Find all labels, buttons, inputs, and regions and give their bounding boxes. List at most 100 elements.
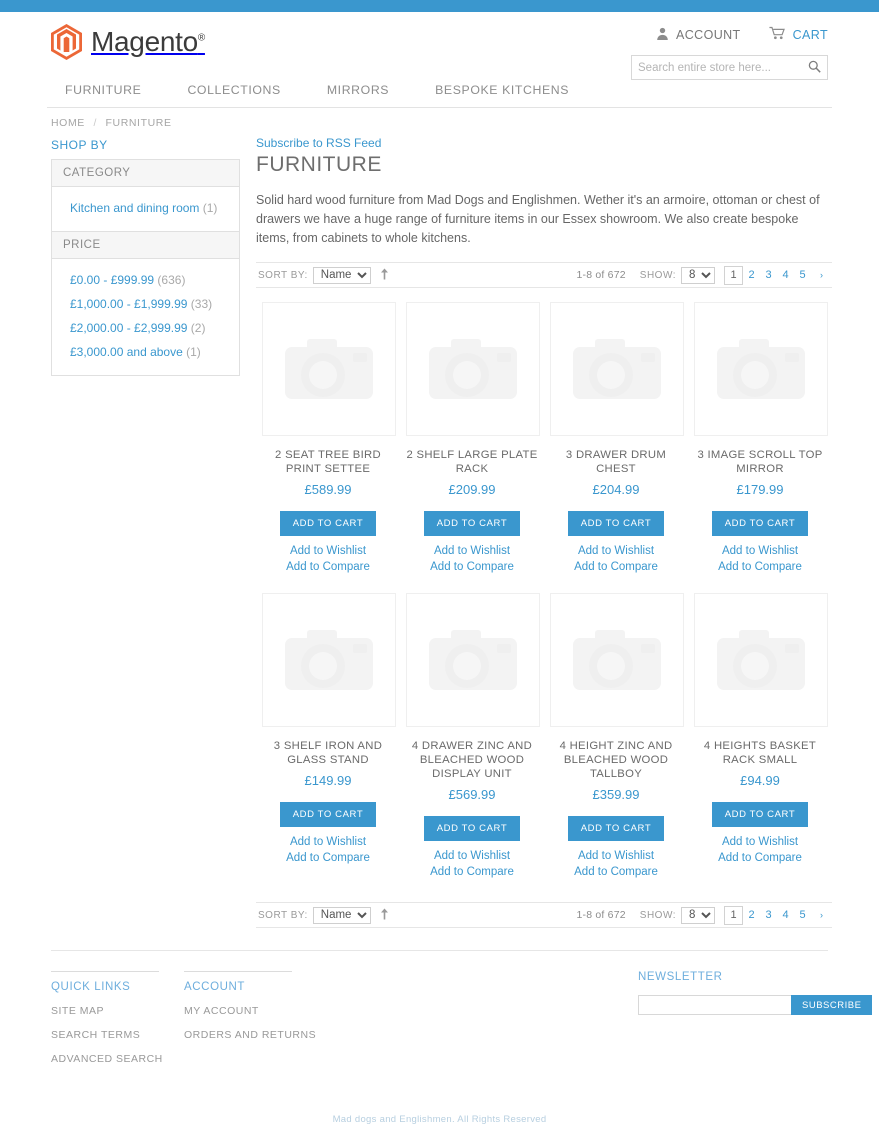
add-to-compare-link[interactable]: Add to Compare (406, 864, 538, 880)
search-button[interactable] (801, 56, 827, 79)
footer-column-account: ACCOUNT MY ACCOUNT ORDERS AND RETURNS (184, 971, 317, 1074)
page-link-2-bottom[interactable]: 2 (743, 909, 760, 921)
footer-link-advanced-search[interactable]: ADVANCED SEARCH (51, 1053, 163, 1065)
account-link[interactable]: ACCOUNT (656, 27, 741, 43)
product-image-placeholder[interactable] (694, 302, 828, 436)
product-links: Add to Wishlist Add to Compare (262, 834, 394, 866)
add-to-wishlist-link[interactable]: Add to Wishlist (550, 543, 682, 559)
product-image-placeholder[interactable] (550, 302, 684, 436)
add-to-wishlist-link[interactable]: Add to Wishlist (262, 543, 394, 559)
nav-item-collections[interactable]: COLLECTIONS (164, 80, 303, 100)
filter-link-price-1[interactable]: £1,000.00 - £1,999.99 (70, 297, 187, 311)
nav-link-bespoke-kitchens[interactable]: BESPOKE KITCHENS (412, 80, 592, 100)
page-link-2[interactable]: 2 (743, 269, 760, 281)
add-to-cart-button[interactable]: ADD TO CART (279, 802, 377, 827)
add-to-cart-button[interactable]: ADD TO CART (423, 511, 521, 536)
search-input[interactable] (632, 56, 801, 79)
per-page-select[interactable]: 8 (681, 266, 715, 284)
filter-link-price-0[interactable]: £0.00 - £999.99 (70, 273, 154, 287)
add-to-compare-link[interactable]: Add to Compare (262, 559, 394, 575)
add-to-compare-link[interactable]: Add to Compare (694, 559, 826, 575)
list-item[interactable]: ORDERS AND RETURNS (184, 1026, 317, 1041)
breadcrumb-home[interactable]: HOME (51, 117, 85, 129)
product-item: 3 DRAWER DRUM CHEST £204.99 ADD TO CART … (544, 288, 688, 579)
product-name[interactable]: 4 HEIGHT ZINC AND BLEACHED WOOD TALLBOY (550, 739, 682, 781)
page-link-4-bottom[interactable]: 4 (777, 909, 794, 921)
rss-feed-link[interactable]: Subscribe to RSS Feed (256, 136, 381, 150)
add-to-compare-link[interactable]: Add to Compare (694, 850, 826, 866)
next-page-icon[interactable]: › (813, 270, 830, 280)
add-to-compare-link[interactable]: Add to Compare (550, 864, 682, 880)
sort-direction-icon-bottom[interactable] (380, 908, 389, 923)
nav-link-mirrors[interactable]: MIRRORS (304, 80, 412, 100)
footer-link-my-account[interactable]: MY ACCOUNT (184, 1005, 259, 1017)
page-current[interactable]: 1 (724, 265, 743, 285)
footer-heading-account: ACCOUNT (184, 971, 292, 993)
product-image-placeholder[interactable] (694, 593, 828, 727)
product-image-placeholder[interactable] (262, 302, 396, 436)
product-image-placeholder[interactable] (406, 593, 540, 727)
search-box[interactable] (631, 55, 828, 80)
nav-link-furniture[interactable]: FURNITURE (51, 80, 164, 100)
add-to-wishlist-link[interactable]: Add to Wishlist (262, 834, 394, 850)
product-image-placeholder[interactable] (550, 593, 684, 727)
add-to-wishlist-link[interactable]: Add to Wishlist (406, 848, 538, 864)
product-name[interactable]: 3 SHELF IRON AND GLASS STAND (262, 739, 394, 767)
filter-item[interactable]: £3,000.00 and above (1) (52, 340, 239, 364)
add-to-cart-button[interactable]: ADD TO CART (567, 816, 665, 841)
product-name[interactable]: 4 HEIGHTS BASKET RACK SMALL (694, 739, 826, 767)
per-page-select-bottom[interactable]: 8 (681, 906, 715, 924)
list-item[interactable]: SITE MAP (51, 1002, 184, 1017)
add-to-wishlist-link[interactable]: Add to Wishlist (694, 834, 826, 850)
filter-item[interactable]: £2,000.00 - £2,999.99 (2) (52, 316, 239, 340)
product-name[interactable]: 4 DRAWER ZINC AND BLEACHED WOOD DISPLAY … (406, 739, 538, 781)
footer-link-site-map[interactable]: SITE MAP (51, 1005, 104, 1017)
product-name[interactable]: 2 SEAT TREE BIRD PRINT SETTEE (262, 448, 394, 476)
sort-direction-icon[interactable] (380, 268, 389, 283)
magento-logo[interactable]: Magento® (51, 24, 205, 60)
product-name[interactable]: 2 SHELF LARGE PLATE RACK (406, 448, 538, 476)
sort-by-select-bottom[interactable]: Name (312, 906, 371, 924)
add-to-cart-button[interactable]: ADD TO CART (711, 511, 809, 536)
page-link-3[interactable]: 3 (760, 269, 777, 281)
product-name[interactable]: 3 DRAWER DRUM CHEST (550, 448, 682, 476)
list-item[interactable]: MY ACCOUNT (184, 1002, 317, 1017)
nav-item-mirrors[interactable]: MIRRORS (304, 80, 412, 100)
add-to-compare-link[interactable]: Add to Compare (550, 559, 682, 575)
list-item[interactable]: SEARCH TERMS (51, 1026, 184, 1041)
filter-link-kitchen-and-dining-room[interactable]: Kitchen and dining room (70, 201, 199, 215)
footer-link-orders-and-returns[interactable]: ORDERS AND RETURNS (184, 1029, 316, 1041)
page-link-3-bottom[interactable]: 3 (760, 909, 777, 921)
add-to-wishlist-link[interactable]: Add to Wishlist (550, 848, 682, 864)
add-to-compare-link[interactable]: Add to Compare (262, 850, 394, 866)
next-page-icon-bottom[interactable]: › (813, 910, 830, 920)
newsletter-email-input[interactable] (638, 995, 791, 1015)
list-item[interactable]: ADVANCED SEARCH (51, 1050, 184, 1065)
add-to-wishlist-link[interactable]: Add to Wishlist (406, 543, 538, 559)
filter-item[interactable]: £1,000.00 - £1,999.99 (33) (52, 292, 239, 316)
add-to-cart-button[interactable]: ADD TO CART (423, 816, 521, 841)
page-current-bottom[interactable]: 1 (724, 905, 743, 925)
footer-link-search-terms[interactable]: SEARCH TERMS (51, 1029, 140, 1041)
add-to-compare-link[interactable]: Add to Compare (406, 559, 538, 575)
nav-item-bespoke-kitchens[interactable]: BESPOKE KITCHENS (412, 80, 592, 100)
sort-by-select[interactable]: Name (312, 266, 371, 284)
page-link-5[interactable]: 5 (794, 269, 811, 281)
newsletter-subscribe-button[interactable]: SUBSCRIBE (791, 995, 873, 1015)
product-image-placeholder[interactable] (406, 302, 540, 436)
add-to-wishlist-link[interactable]: Add to Wishlist (694, 543, 826, 559)
cart-link[interactable]: CART (769, 26, 828, 43)
filter-item[interactable]: Kitchen and dining room (1) (52, 196, 239, 220)
filter-link-price-2[interactable]: £2,000.00 - £2,999.99 (70, 321, 187, 335)
filter-item[interactable]: £0.00 - £999.99 (636) (52, 268, 239, 292)
nav-item-furniture[interactable]: FURNITURE (51, 80, 164, 100)
add-to-cart-button[interactable]: ADD TO CART (567, 511, 665, 536)
product-image-placeholder[interactable] (262, 593, 396, 727)
nav-link-collections[interactable]: COLLECTIONS (164, 80, 303, 100)
page-link-5-bottom[interactable]: 5 (794, 909, 811, 921)
page-link-4[interactable]: 4 (777, 269, 794, 281)
add-to-cart-button[interactable]: ADD TO CART (711, 802, 809, 827)
filter-link-price-3[interactable]: £3,000.00 and above (70, 345, 183, 359)
add-to-cart-button[interactable]: ADD TO CART (279, 511, 377, 536)
product-name[interactable]: 3 IMAGE SCROLL TOP MIRROR (694, 448, 826, 476)
